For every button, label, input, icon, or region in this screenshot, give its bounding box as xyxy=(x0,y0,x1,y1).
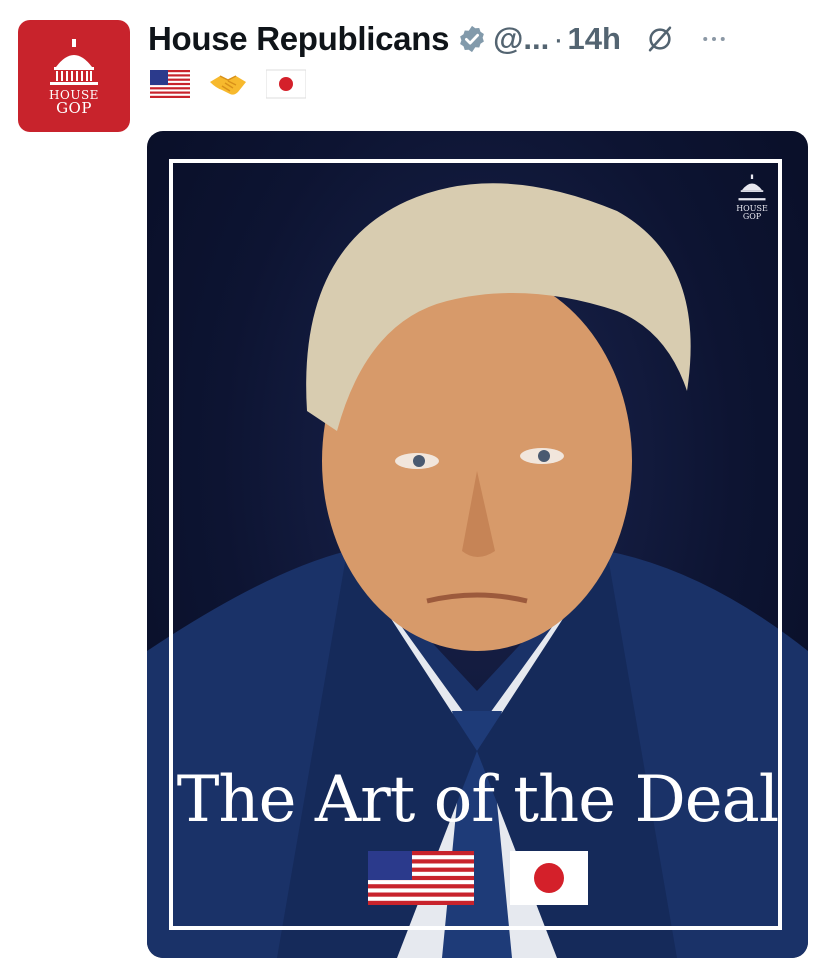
capitol-dome-icon xyxy=(50,38,98,85)
poster-flags xyxy=(147,851,808,905)
more-options-icon[interactable] xyxy=(699,24,729,54)
poster-caption: The Art of the Deal xyxy=(176,763,780,837)
avatar-text-gop: GOP xyxy=(56,98,92,117)
capitol-dome-icon xyxy=(738,174,766,201)
tweet-media-image[interactable]: HOUSE GOP The Art of the Deal xyxy=(147,131,808,958)
japan-flag-emoji-icon xyxy=(266,69,306,99)
author-name[interactable]: House Republicans xyxy=(148,20,449,58)
verified-badge-icon[interactable] xyxy=(457,24,487,54)
japan-flag-icon xyxy=(509,851,588,905)
avatar-label: HOUSE GOP xyxy=(49,89,99,116)
handshake-emoji-icon xyxy=(210,75,246,95)
house-gop-corner-logo: HOUSE GOP xyxy=(730,173,774,221)
us-flag-icon xyxy=(367,851,474,905)
tweet[interactable]: HOUSE GOP House Republicans @... · 14h H… xyxy=(0,0,828,964)
corner-logo-gop: GOP xyxy=(742,212,762,221)
tweet-header: House Republicans @... · 14h xyxy=(148,14,818,64)
author-handle[interactable]: @... xyxy=(493,21,549,57)
tweet-text xyxy=(150,68,306,100)
separator-dot: · xyxy=(553,21,564,56)
grok-icon[interactable] xyxy=(645,24,675,54)
avatar[interactable]: HOUSE GOP xyxy=(18,20,130,132)
timestamp[interactable]: 14h xyxy=(568,21,621,57)
us-flag-emoji-icon xyxy=(150,70,190,98)
